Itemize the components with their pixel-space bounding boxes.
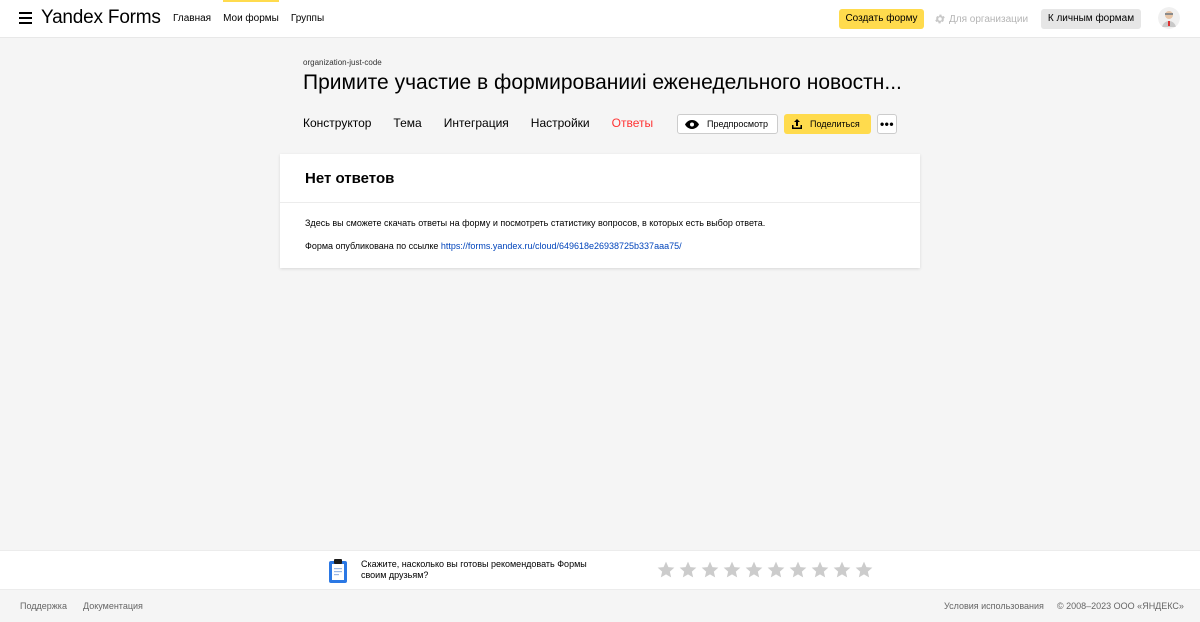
preview-button[interactable]: Предпросмотр <box>677 114 778 134</box>
form-tabs: Конструктор Тема Интеграция Настройки От… <box>303 116 675 130</box>
footer-copyright: © 2008–2023 ООО «ЯНДЕКС» <box>1057 601 1184 611</box>
footer: Поддержка Документация Условия использов… <box>0 590 1200 622</box>
star-icon[interactable] <box>700 560 720 580</box>
nav-item-my-forms[interactable]: Мои формы <box>223 0 279 38</box>
star-icon[interactable] <box>854 560 874 580</box>
star-icon[interactable] <box>656 560 676 580</box>
preview-label: Предпросмотр <box>707 119 769 129</box>
for-organization-link[interactable]: Для организации <box>934 12 1028 26</box>
card-description: Здесь вы сможете скачать ответы на форму… <box>305 218 766 228</box>
form-title: Примите участие в формированииi еженедел… <box>303 71 902 94</box>
logo[interactable]: Yandex Forms <box>41 7 161 29</box>
nav-item-groups[interactable]: Группы <box>291 0 324 38</box>
gear-icon <box>935 14 945 24</box>
top-header: Yandex Forms Главная Мои формы Группы Со… <box>0 0 1200 38</box>
for-organization-label: Для организации <box>949 13 1029 25</box>
star-icon[interactable] <box>744 560 764 580</box>
published-link-line: Форма опубликована по ссылке https://for… <box>305 241 682 251</box>
tab-constructor[interactable]: Конструктор <box>303 116 371 130</box>
star-icon[interactable] <box>810 560 830 580</box>
star-icon[interactable] <box>722 560 742 580</box>
tab-answers[interactable]: Ответы <box>612 116 653 130</box>
avatar[interactable] <box>1158 7 1180 29</box>
card-divider <box>280 202 920 203</box>
published-form-link[interactable]: https://forms.yandex.ru/cloud/649618e269… <box>441 241 682 251</box>
eye-icon <box>685 119 699 129</box>
feedback-band: Скажите, насколько вы готовы рекомендова… <box>0 550 1200 590</box>
share-button[interactable]: Поделиться <box>784 114 871 134</box>
star-icon[interactable] <box>678 560 698 580</box>
personal-forms-button[interactable]: К личным формам <box>1041 9 1141 29</box>
feedback-question: Скажите, насколько вы готовы рекомендова… <box>361 559 587 580</box>
avatar-image <box>1158 7 1180 29</box>
rating-stars <box>656 560 876 580</box>
published-link-prefix: Форма опубликована по ссылке <box>305 241 441 251</box>
menu-icon[interactable] <box>19 12 32 24</box>
star-icon[interactable] <box>766 560 786 580</box>
main-nav: Главная Мои формы Группы <box>173 0 336 38</box>
footer-terms-link[interactable]: Условия использования <box>944 601 1044 611</box>
answers-card: Нет ответов Здесь вы сможете скачать отв… <box>280 154 920 268</box>
organization-name: organization-just-code <box>303 58 382 67</box>
footer-docs-link[interactable]: Документация <box>83 601 143 611</box>
clipboard-icon <box>329 559 347 583</box>
star-icon[interactable] <box>788 560 808 580</box>
star-icon[interactable] <box>832 560 852 580</box>
tab-integration[interactable]: Интеграция <box>444 116 509 130</box>
share-label: Поделиться <box>810 119 860 129</box>
upload-icon <box>792 119 802 129</box>
footer-support-link[interactable]: Поддержка <box>20 601 67 611</box>
tab-settings[interactable]: Настройки <box>531 116 590 130</box>
more-options-button[interactable]: ••• <box>877 114 897 134</box>
nav-item-home[interactable]: Главная <box>173 0 211 38</box>
create-form-button[interactable]: Создать форму <box>839 9 924 29</box>
tab-theme[interactable]: Тема <box>393 116 421 130</box>
card-title: Нет ответов <box>305 170 395 187</box>
